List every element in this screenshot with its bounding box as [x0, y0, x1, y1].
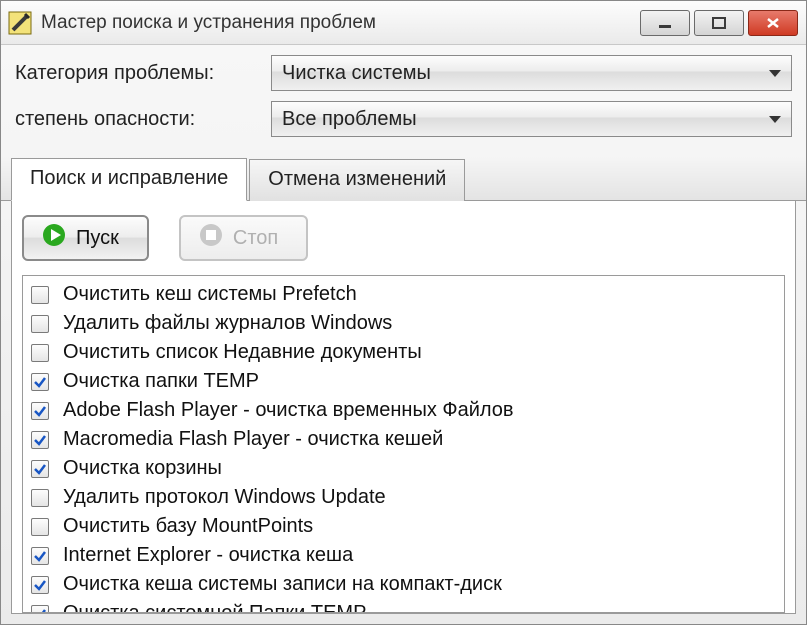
item-label: Удалить протокол Windows Update — [63, 486, 386, 509]
list-item: Очистить базу MountPoints — [29, 512, 778, 541]
list-item: Очистка системной Папки TEMP — [29, 599, 778, 613]
category-label: Категория проблемы: — [15, 62, 271, 85]
item-label: Macromedia Flash Player - очистка кешей — [63, 428, 443, 451]
item-label: Удалить файлы журналов Windows — [63, 312, 392, 335]
list-item: Очистить список Недавние документы — [29, 338, 778, 367]
item-label: Очистить базу MountPoints — [63, 515, 313, 538]
stop-button: Стоп — [179, 215, 308, 261]
category-row: Категория проблемы: Чистка системы — [15, 55, 792, 91]
checkbox[interactable] — [31, 518, 49, 536]
close-icon — [766, 17, 780, 29]
app-window: Мастер поиска и устранения проблем Катег… — [0, 0, 807, 625]
severity-value: Все проблемы — [282, 108, 417, 131]
toolbar: Пуск Стоп — [12, 201, 795, 269]
list-item: Macromedia Flash Player - очистка кешей — [29, 425, 778, 454]
close-button[interactable] — [748, 10, 798, 36]
item-label: Очистка системной Папки TEMP — [63, 602, 366, 613]
items-list: Очистить кеш системы Prefetch Удалить фай… — [22, 275, 785, 613]
list-item: Удалить файлы журналов Windows — [29, 309, 778, 338]
minimize-icon — [657, 17, 673, 29]
item-label: Очистка кеша системы записи на компакт-д… — [63, 573, 502, 596]
checkbox[interactable] — [31, 286, 49, 304]
start-button[interactable]: Пуск — [22, 215, 149, 261]
item-label: Adobe Flash Player - очистка временных Ф… — [63, 399, 514, 422]
maximize-icon — [712, 17, 726, 29]
maximize-button[interactable] — [694, 10, 744, 36]
item-label: Очистить кеш системы Prefetch — [63, 283, 357, 306]
list-item: Очистка корзины — [29, 454, 778, 483]
filters-area: Категория проблемы: Чистка системы степе… — [1, 45, 806, 153]
checkbox[interactable] — [31, 402, 49, 420]
checkbox[interactable] — [31, 489, 49, 507]
list-item: Очистка кеша системы записи на компакт-д… — [29, 570, 778, 599]
list-item: Удалить протокол Windows Update — [29, 483, 778, 512]
checkbox[interactable] — [31, 605, 49, 614]
severity-row: степень опасности: Все проблемы — [15, 101, 792, 137]
list-item: Adobe Flash Player - очистка временных Ф… — [29, 396, 778, 425]
item-label: Очистка папки TEMP — [63, 370, 259, 393]
checkbox[interactable] — [31, 431, 49, 449]
window-controls — [640, 10, 798, 36]
checkbox[interactable] — [31, 576, 49, 594]
titlebar: Мастер поиска и устранения проблем — [1, 1, 806, 45]
minimize-button[interactable] — [640, 10, 690, 36]
item-label: Очистить список Недавние документы — [63, 341, 422, 364]
checkbox[interactable] — [31, 373, 49, 391]
item-label: Очистка корзины — [63, 457, 222, 480]
tab-search-fix[interactable]: Поиск и исправление — [11, 158, 247, 201]
chevron-down-icon — [769, 116, 781, 123]
list-item: Очистить кеш системы Prefetch — [29, 280, 778, 309]
category-dropdown[interactable]: Чистка системы — [271, 55, 792, 91]
chevron-down-icon — [769, 70, 781, 77]
tabstrip: Поиск и исправление Отмена изменений — [1, 157, 806, 201]
checkbox[interactable] — [31, 547, 49, 565]
stop-icon — [199, 223, 223, 253]
checkbox[interactable] — [31, 315, 49, 333]
main-panel: Пуск Стоп Очистить кеш системы Prefetch У… — [11, 201, 796, 614]
play-icon — [42, 223, 66, 253]
checkbox[interactable] — [31, 344, 49, 362]
item-label: Internet Explorer - очистка кеша — [63, 544, 353, 567]
start-label: Пуск — [76, 227, 119, 250]
list-item: Internet Explorer - очистка кеша — [29, 541, 778, 570]
category-value: Чистка системы — [282, 62, 431, 85]
severity-label: степень опасности: — [15, 108, 271, 131]
severity-dropdown[interactable]: Все проблемы — [271, 101, 792, 137]
list-item: Очистка папки TEMP — [29, 367, 778, 396]
checkbox[interactable] — [31, 460, 49, 478]
app-icon — [7, 10, 33, 36]
window-title: Мастер поиска и устранения проблем — [41, 12, 640, 34]
tab-undo-changes[interactable]: Отмена изменений — [249, 159, 465, 201]
stop-label: Стоп — [233, 227, 278, 250]
